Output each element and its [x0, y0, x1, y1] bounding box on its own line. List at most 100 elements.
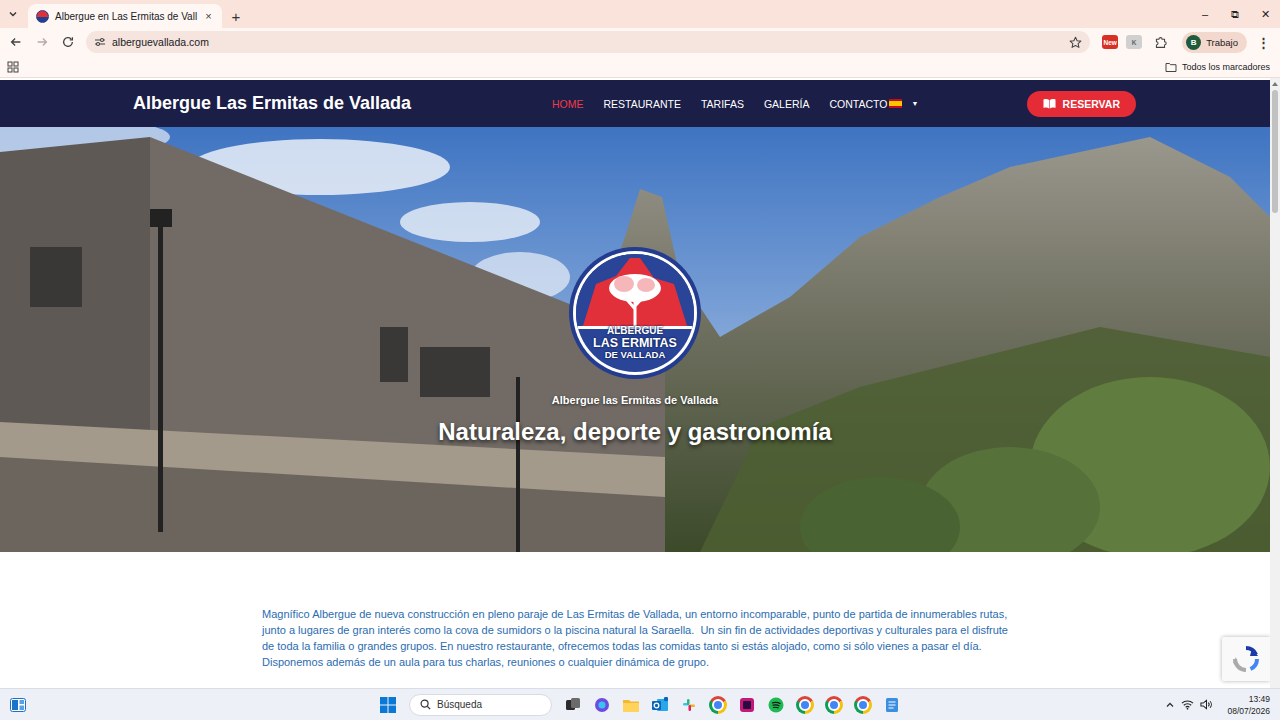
browser-menu-button[interactable]: ⋮ [1253, 35, 1274, 50]
hero-subtitle: Albergue las Ermitas de Vallada [552, 394, 718, 406]
language-caret: ▼ [911, 100, 918, 107]
recaptcha-icon [1231, 644, 1261, 674]
forward-button[interactable] [30, 30, 54, 54]
logo-text-line: LAS ERMITAS [593, 337, 677, 350]
site-header: Albergue Las Ermitas de Vallada HOME REST… [0, 80, 1270, 127]
search-placeholder: Búsqueda [437, 699, 482, 710]
chrome-icon [854, 696, 872, 714]
site-brand[interactable]: Albergue Las Ermitas de Vallada [133, 93, 552, 114]
tab-strip: Albergue en Las Ermitas de Vall × + –⧉✕ [0, 0, 1280, 28]
new-tab-button[interactable]: + [222, 4, 251, 28]
tab-list: Albergue en Las Ermitas de Vall × [28, 4, 222, 28]
taskbar-app[interactable] [822, 693, 846, 717]
browser-tab[interactable]: Albergue en Las Ermitas de Vall × [28, 4, 222, 28]
clock-date: 08/07/2026 [1227, 705, 1270, 717]
copilot-icon [594, 697, 610, 713]
back-arrow-icon [9, 35, 23, 49]
hero-content: ALBERGUELAS ERMITASDE VALLADA Albergue l… [0, 127, 1270, 446]
spotify-icon [768, 697, 784, 713]
book-icon [1043, 98, 1056, 109]
window-controls: –⧉✕ [1190, 0, 1280, 28]
tab-close-button[interactable]: × [203, 10, 213, 22]
taskbar-app[interactable] [561, 693, 585, 717]
tab-title: Albergue en Las Ermitas de Vall [55, 11, 197, 22]
reserve-button[interactable]: RESERVAR [1027, 91, 1136, 117]
app-icon [739, 697, 755, 713]
favicon-icon [36, 10, 49, 23]
notepad-icon [885, 697, 899, 713]
chrome-icon [825, 696, 843, 714]
close-button[interactable]: ✕ [1250, 0, 1280, 28]
tray-chevron-icon[interactable] [1165, 700, 1175, 710]
taskbar-app[interactable] [764, 693, 788, 717]
language-selector[interactable]: ▼ [889, 99, 918, 108]
extensions-button[interactable] [1148, 30, 1172, 54]
widgets-icon[interactable] [10, 698, 26, 712]
taskbar-app[interactable] [793, 693, 817, 717]
taskbar-search[interactable]: Búsqueda [409, 694, 552, 716]
site-info-icon [94, 36, 106, 48]
logo-text-line: DE VALLADA [605, 350, 666, 360]
minimize-button[interactable]: – [1190, 0, 1220, 28]
taskbar-app[interactable] [590, 693, 614, 717]
reload-button[interactable] [56, 30, 80, 54]
restore-button[interactable]: ⧉ [1220, 0, 1250, 28]
all-bookmarks-folder[interactable]: Todos los marcadores [1165, 62, 1270, 72]
taskbar-app[interactable] [880, 693, 904, 717]
volume-icon[interactable] [1200, 699, 1213, 710]
chevron-down-icon [8, 9, 18, 19]
hero-banner: ALBERGUELAS ERMITASDE VALLADA Albergue l… [0, 127, 1270, 552]
chrome-icon [709, 696, 727, 714]
chrome-icon [796, 696, 814, 714]
reload-icon [61, 35, 75, 49]
web-page: Albergue Las Ermitas de Vallada HOME REST… [0, 78, 1280, 688]
logo-text-line: ALBERGUE [607, 326, 663, 337]
taskbar: Búsqueda 13:49 08/07/2026 [0, 688, 1280, 720]
folder-icon [1165, 62, 1177, 72]
search-icon [420, 699, 431, 710]
puzzle-icon [1154, 36, 1167, 49]
file-explorer-icon [623, 698, 639, 712]
bookmark-star-icon[interactable] [1069, 36, 1082, 49]
page-content: Albergue Las Ermitas de Vallada HOME REST… [0, 78, 1270, 688]
url-text: alberguevallada.com [112, 36, 1063, 48]
nav-link[interactable]: HOME [552, 98, 584, 110]
clock[interactable]: 13:49 08/07/2026 [1227, 693, 1270, 717]
nav-link[interactable]: CONTACTO [829, 98, 887, 110]
recaptcha-badge[interactable] [1222, 637, 1270, 681]
address-bar[interactable]: alberguevallada.com [86, 31, 1090, 53]
profile-avatar: B [1186, 35, 1201, 50]
taskbar-app[interactable] [648, 693, 672, 717]
nav-link[interactable]: RESTAURANTE [604, 98, 681, 110]
logo: ALBERGUELAS ERMITASDE VALLADA [569, 247, 701, 379]
scroll-up-icon[interactable] [1272, 82, 1278, 86]
extension-icon[interactable]: K [1126, 35, 1142, 49]
bookmarks-bar: Todos los marcadores [0, 56, 1280, 78]
wifi-icon[interactable] [1181, 699, 1194, 710]
taskbar-app[interactable] [851, 693, 875, 717]
nav-link[interactable]: TARIFAS [701, 98, 744, 110]
forward-arrow-icon [35, 35, 49, 49]
toolbar: alberguevallada.com New K B Trabajo ⋮ [0, 28, 1280, 56]
profile-label: Trabajo [1206, 37, 1238, 48]
scrollbar[interactable] [1270, 78, 1280, 688]
extension-icon[interactable]: New [1102, 35, 1118, 49]
profile-button[interactable]: B Trabajo [1182, 32, 1247, 53]
taskbar-app[interactable] [677, 693, 701, 717]
start-button[interactable] [376, 693, 400, 717]
site-menu: HOME RESTAURANTE TARIFAS GALERÍA CONTACTO [552, 98, 887, 110]
apps-grid-icon[interactable] [7, 61, 19, 73]
intro-section: Magnífico Albergue de nueva construcción… [0, 552, 1270, 688]
tab-search-button[interactable] [0, 0, 26, 28]
taskbar-app[interactable] [706, 693, 730, 717]
taskbar-app[interactable] [735, 693, 759, 717]
clock-time: 13:49 [1249, 693, 1270, 705]
taskbar-app[interactable] [619, 693, 643, 717]
back-button[interactable] [4, 30, 28, 54]
task-view-icon [565, 697, 581, 713]
slack-icon [681, 697, 697, 713]
windows-logo-icon [380, 697, 396, 713]
scroll-thumb[interactable] [1272, 90, 1278, 213]
nav-link[interactable]: GALERÍA [764, 98, 810, 110]
hero-title: Naturaleza, deporte y gastronomía [438, 418, 831, 446]
